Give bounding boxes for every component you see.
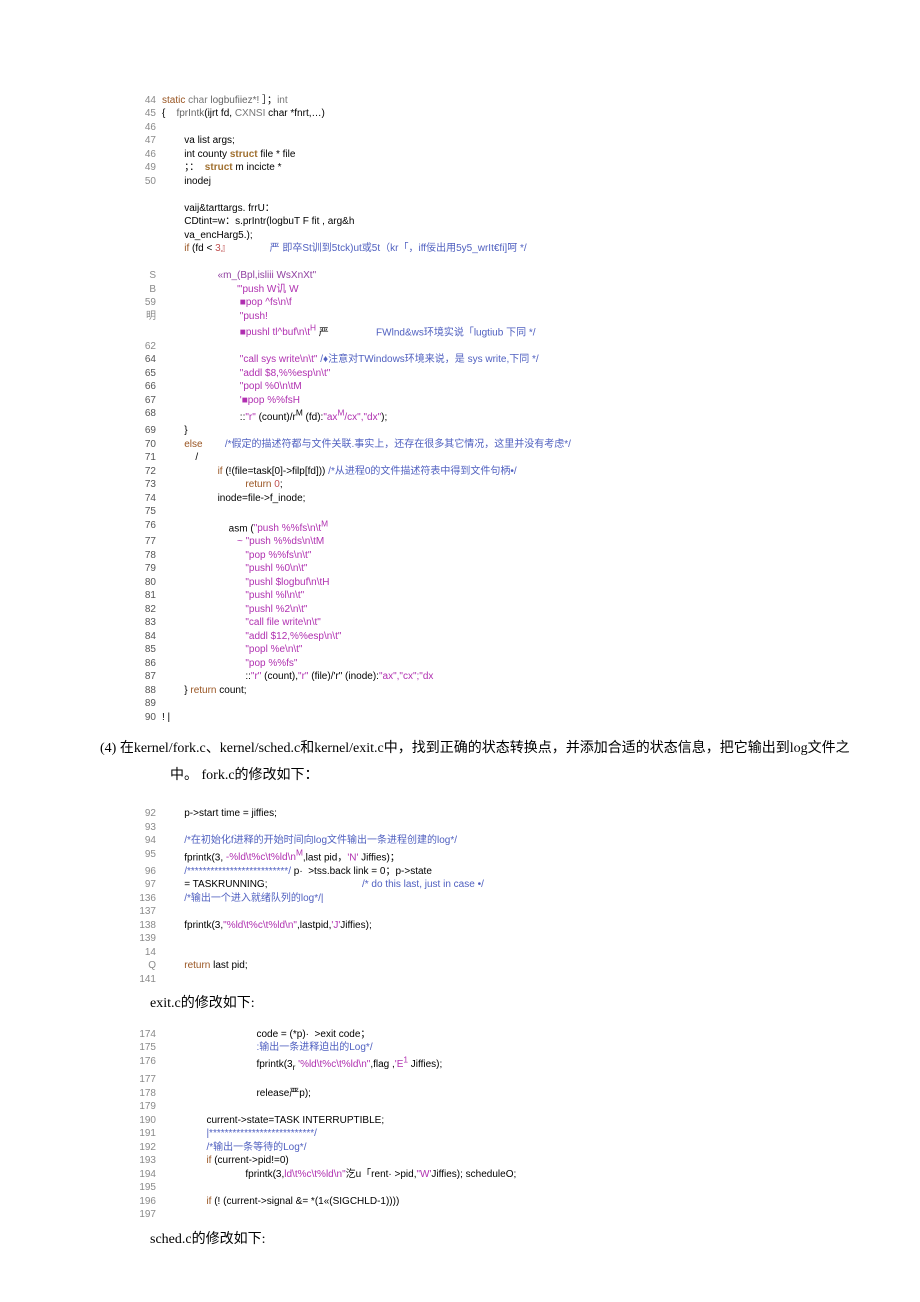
lineno: 44: [130, 94, 156, 108]
code-line: "call sys write\n\t" /♦注意对TWindows环境来说，是…: [162, 354, 539, 365]
code-line: if (fd < 3』 严 即卒St训到5tck)ut或5t（kr「，iff佞出…: [162, 243, 527, 254]
code-line: } return count;: [162, 685, 247, 696]
code-line: /**************************/ p· >tss.bac…: [162, 866, 432, 877]
code-line: fprintk(3,ld\t%c\t%ld\n"汔u「rent· >pid,"W…: [162, 1169, 516, 1180]
code-line: return 0;: [162, 479, 283, 490]
code-block-exit: 174 code = (*p)· >exit code； 175 :输出一条进释…: [130, 1014, 860, 1222]
code-line: else /*假定的描述符都与文件关联.事实上，还存在很多其它情况，这里并没有考…: [162, 439, 571, 450]
sched-heading: sched.c的修改如下:: [150, 1228, 860, 1248]
code-line: = TASKRUNNING; /* do this last, just in …: [162, 879, 484, 890]
code-line: fprintk(3, -%ld\t%c\t%ld\nM,last pid，'N'…: [162, 852, 400, 863]
section-4-text-b: 中。 fork.c的修改如下：: [170, 763, 860, 790]
code-line: ::"r" (count),"r" (file)/'r" (inode):"ax…: [162, 671, 433, 682]
code-line: if (!(file=task[0]->filp[fd])) /*从进程0的文件…: [162, 466, 517, 477]
code-line: ■pushl tl^buf\n\tH 严 FWlnd&ws环境实说「lugtiu…: [162, 327, 536, 338]
code-line: if (current->pid!=0): [162, 1155, 289, 1166]
code-line: asm ("push %%fs\n\tM: [162, 523, 328, 534]
section-4-text: (4) 在kernel/fork.c、kernel/sched.c和kernel…: [100, 736, 860, 763]
code-line: ；： struct m incicte *: [162, 162, 282, 173]
code-block-fork: 92 p->start time = jiffies; 93 94 /*在初始化…: [130, 794, 860, 986]
code-line: static char logbufiiez*! ］；int: [162, 95, 288, 106]
exit-heading: exit.c的修改如下:: [150, 992, 860, 1012]
code-line: { fprIntk(ijrt fd, CXNSI char *fnrt,…): [162, 108, 325, 119]
code-line: fprintk(3r '%ld\t%c\t%ld\n",flag ,'E1 Ji…: [162, 1059, 442, 1070]
code-line: return last pid;: [162, 960, 248, 971]
code-line: ::"r" (count)/rM (fd):"axM/cx","dx");: [162, 412, 387, 423]
code-line: if (! (current->signal &= *(1«(SIGCHLD-1…: [162, 1196, 399, 1207]
code-line: int county struct file * file: [162, 149, 295, 160]
code-block-fprintk: 44static char logbufiiez*! ］；int 45{ fpr…: [130, 80, 860, 724]
code-line: fprintk(3,"%ld\t%c\t%ld\n",lastpid,'J'Ji…: [162, 920, 372, 931]
